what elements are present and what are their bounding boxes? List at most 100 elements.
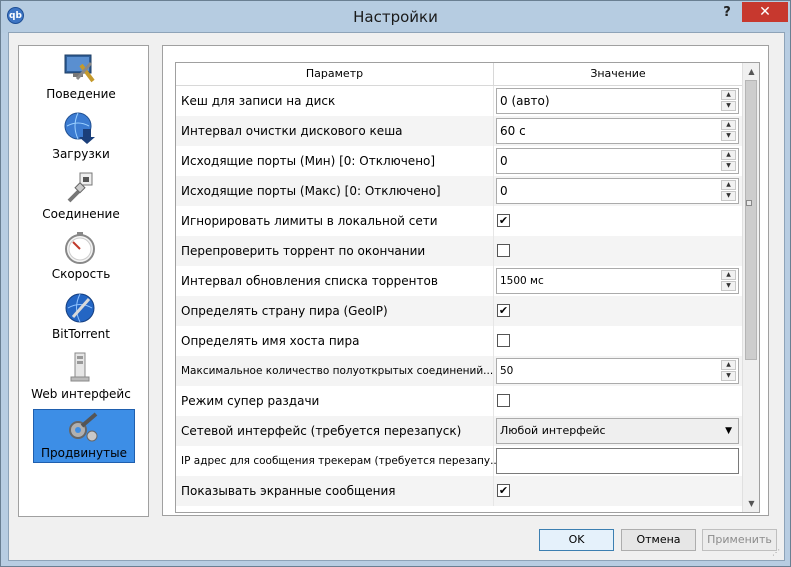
spinbox-value[interactable]: 0 (авто) (500, 89, 550, 113)
spinbox-value[interactable]: 0 (500, 149, 508, 173)
checkbox-unchecked[interactable] (497, 334, 510, 347)
help-button[interactable]: ? (716, 4, 738, 22)
apply-button[interactable]: Применить (702, 529, 777, 551)
spinbox-buttons: ▲ ▼ (721, 270, 737, 292)
speed-icon (65, 232, 95, 264)
setting-spinbox[interactable]: 0 ▲ ▼ (496, 148, 739, 174)
setting-label: Показывать экранные сообщения (181, 484, 396, 498)
spin-down-arrow-icon[interactable]: ▼ (721, 371, 736, 381)
table-row[interactable]: Максимальное количество полуоткрытых сое… (176, 356, 742, 386)
spin-down-arrow-icon[interactable]: ▼ (721, 191, 736, 201)
table-row[interactable]: IP адрес для сообщения трекерам (требует… (176, 446, 742, 476)
sidebar-item-speed[interactable]: Скорость (36, 231, 126, 283)
table-header: Параметр Значение (176, 63, 742, 86)
column-divider (493, 356, 494, 386)
table-row[interactable]: Кеш для записи на диск 0 (авто) ▲ ▼ (176, 86, 742, 116)
dialog-client-area: Поведение Загрузки Соединение Скорость B… (8, 32, 785, 561)
sidebar-item-label: Продвинутые (41, 446, 127, 460)
spinbox-value[interactable]: 1500 мс (500, 269, 544, 293)
setting-spinbox[interactable]: 1500 мс ▲ ▼ (496, 268, 739, 294)
sidebar-item-label: Web интерфейс (31, 387, 131, 401)
table-row[interactable]: Интервал очистки дискового кеша 60 с ▲ ▼ (176, 116, 742, 146)
setting-label: Режим супер раздачи (181, 394, 320, 408)
sidebar-item-behavior[interactable]: Поведение (36, 51, 126, 103)
table-row[interactable]: Сетевой интерфейс (требуется перезапуск)… (176, 416, 742, 446)
setting-spinbox[interactable]: 0 (авто) ▲ ▼ (496, 88, 739, 114)
sidebar-item-bittorrent[interactable]: BitTorrent (36, 291, 126, 343)
spin-up-arrow-icon[interactable]: ▲ (721, 270, 736, 280)
title-bar[interactable]: qb Настройки ? ✕ (1, 1, 790, 33)
sidebar-item-label: BitTorrent (52, 327, 110, 341)
connection-icon (67, 172, 93, 203)
sidebar-item-downloads[interactable]: Загрузки (36, 111, 126, 163)
spinbox-buttons: ▲ ▼ (721, 120, 737, 142)
behavior-icon (64, 54, 95, 83)
spinbox-value[interactable]: 50 (500, 359, 513, 383)
setting-label: Кеш для записи на диск (181, 94, 336, 108)
column-header-param[interactable]: Параметр (176, 63, 494, 85)
spin-up-arrow-icon[interactable]: ▲ (721, 180, 736, 190)
web-ui-icon (70, 352, 90, 382)
sidebar-item-label: Поведение (46, 87, 116, 101)
column-header-value[interactable]: Значение (494, 63, 742, 85)
spin-up-arrow-icon[interactable]: ▲ (721, 90, 736, 100)
scroll-down-arrow-icon[interactable]: ▼ (743, 495, 759, 512)
setting-label: Интервал очистки дискового кеша (181, 124, 403, 138)
spinbox-value[interactable]: 60 с (500, 119, 526, 143)
sidebar-item-web-ui[interactable]: Web интерфейс (31, 351, 131, 403)
ok-button[interactable]: OK (539, 529, 614, 551)
spin-down-arrow-icon[interactable]: ▼ (721, 161, 736, 171)
column-divider (493, 86, 494, 116)
checkbox-checked[interactable]: ✔ (497, 214, 510, 227)
column-divider (493, 266, 494, 296)
spinbox-value[interactable]: 0 (500, 179, 508, 203)
setting-spinbox[interactable]: 60 с ▲ ▼ (496, 118, 739, 144)
table-row[interactable]: Исходящие порты (Макс) [0: Отключено] 0 ▲ ▼ (176, 176, 742, 206)
table-row[interactable]: Интервал обновления списка торрентов 1500… (176, 266, 742, 296)
close-button[interactable]: ✕ (742, 2, 788, 22)
network-interface-dropdown[interactable]: Любой интерфейс ▼ (496, 418, 739, 444)
column-divider (493, 116, 494, 146)
table-row[interactable]: Определять имя хоста пира (176, 326, 742, 356)
cancel-button[interactable]: Отмена (621, 529, 696, 551)
checkbox-unchecked[interactable] (497, 394, 510, 407)
column-divider (493, 416, 494, 446)
setting-spinbox[interactable]: 0 ▲ ▼ (496, 178, 739, 204)
column-divider (493, 146, 494, 176)
spin-up-arrow-icon[interactable]: ▲ (721, 120, 736, 130)
advanced-settings-panel: Параметр Значение Кеш для записи на диск… (162, 45, 769, 516)
downloads-icon (64, 112, 95, 144)
advanced-icon (69, 412, 98, 442)
spin-up-arrow-icon[interactable]: ▲ (721, 150, 736, 160)
sidebar-item-connection[interactable]: Соединение (36, 171, 126, 223)
checkbox-unchecked[interactable] (497, 244, 510, 257)
scroll-up-arrow-icon[interactable]: ▲ (743, 63, 759, 80)
bittorrent-icon (65, 293, 95, 323)
spin-down-arrow-icon[interactable]: ▼ (721, 131, 736, 141)
vertical-scrollbar[interactable]: ▲ ▼ (742, 63, 759, 512)
spin-down-arrow-icon[interactable]: ▼ (721, 101, 736, 111)
setting-spinbox[interactable]: 50 ▲ ▼ (496, 358, 739, 384)
table-row[interactable]: Режим супер раздачи (176, 386, 742, 416)
scrollbar-thumb[interactable] (745, 80, 757, 360)
announce-ip-input[interactable] (496, 448, 739, 474)
spin-up-arrow-icon[interactable]: ▲ (721, 360, 736, 370)
sidebar-item-advanced[interactable]: Продвинутые (33, 409, 135, 463)
table-row[interactable]: Определять страну пира (GeoIP) ✔ (176, 296, 742, 326)
checkbox-checked[interactable]: ✔ (497, 484, 510, 497)
spin-down-arrow-icon[interactable]: ▼ (721, 281, 736, 291)
sidebar-item-label: Скорость (51, 267, 111, 281)
spinbox-buttons: ▲ ▼ (721, 90, 737, 112)
table-row[interactable]: Показывать экранные сообщения ✔ (176, 476, 742, 506)
dropdown-arrow-icon[interactable]: ▼ (725, 419, 732, 443)
table-row[interactable]: Перепроверить торрент по окончании (176, 236, 742, 266)
column-divider (493, 386, 494, 416)
table-row[interactable]: Игнорировать лимиты в локальной сети ✔ (176, 206, 742, 236)
setting-label: Сетевой интерфейс (требуется перезапуск) (181, 424, 462, 438)
checkbox-checked[interactable]: ✔ (497, 304, 510, 317)
column-divider (493, 296, 494, 326)
column-divider (493, 206, 494, 236)
spinbox-buttons: ▲ ▼ (721, 180, 737, 202)
resize-grip-icon[interactable]: ⋰ (772, 548, 782, 558)
table-row[interactable]: Исходящие порты (Мин) [0: Отключено] 0 ▲ ▼ (176, 146, 742, 176)
